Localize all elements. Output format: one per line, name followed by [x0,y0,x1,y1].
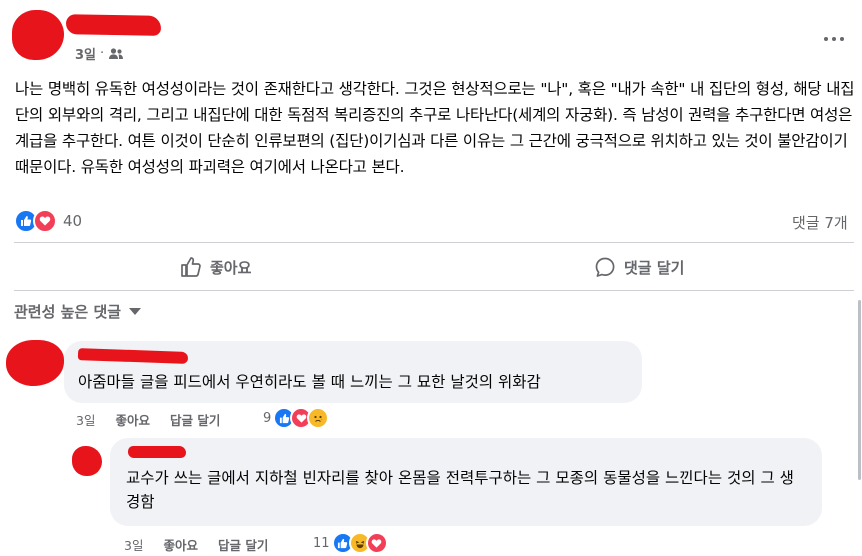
meta-separator: · [100,46,105,61]
comment-reply-button[interactable]: 답글 달기 [170,410,220,429]
comment-reactions[interactable]: 9 [263,407,330,429]
reply-comment-meta: 3일 좋아요 답글 달기 [124,535,268,554]
like-button[interactable]: 좋아요 [180,256,251,278]
comments-sort-dropdown[interactable]: 관련성 높은 댓글 [14,301,142,322]
friends-icon [108,47,124,61]
divider-bottom [14,290,854,291]
author-name-redacted[interactable] [65,14,162,36]
comment-meta: 3일 좋아요 답글 달기 [76,410,220,429]
caret-down-icon [129,308,142,315]
comment-button[interactable]: 댓글 달기 [594,256,684,278]
sad-reaction-icon [307,407,330,429]
comment-button-label: 댓글 달기 [624,258,685,277]
thumbs-up-icon [180,256,202,278]
reply-comment-like-button[interactable]: 좋아요 [163,535,198,554]
reply-comment-reactions[interactable]: 11 [313,532,388,554]
reaction-count[interactable]: 40 [63,212,82,230]
reply-commenter-name-redacted[interactable] [128,446,186,458]
post-body: 나는 명백히 유독한 여성성이라는 것이 존재한다고 생각한다. 그것은 현상적… [15,80,855,176]
comment-bubble: 아줌마들 글을 피드에서 우연히라도 볼 때 느끼는 그 묘한 날것의 위화감 [64,341,642,403]
reply-comment-reaction-count: 11 [313,535,330,551]
commenter-avatar-redacted[interactable] [6,340,64,386]
reply-comment-reply-button[interactable]: 답글 달기 [218,535,268,554]
love-reaction-icon [365,532,388,554]
reply-comment-time[interactable]: 3일 [124,535,143,554]
love-reaction-icon [33,209,57,233]
comment-time[interactable]: 3일 [76,410,95,429]
post-meta: 3일 · [75,44,124,63]
like-button-label: 좋아요 [210,258,252,277]
reaction-summary[interactable]: 40 [14,209,82,233]
post-time[interactable]: 3일 [75,44,96,63]
author-avatar-redacted[interactable] [12,10,64,60]
comment-reaction-count: 9 [263,410,272,426]
comment-bubble-icon [594,256,616,278]
reply-commenter-avatar-redacted[interactable] [72,446,102,476]
comments-sort-label: 관련성 높은 댓글 [14,303,122,321]
commenter-name-redacted[interactable] [77,348,189,364]
comment-like-button[interactable]: 좋아요 [115,410,150,429]
scrollbar[interactable] [858,300,861,480]
reply-comment-bubble: 교수가 쓰는 글에서 지하철 빈자리를 찾아 온몸을 전력투구하는 그 모종의 … [110,438,822,526]
reply-comment-text: 교수가 쓰는 글에서 지하철 빈자리를 찾아 온몸을 전력투구하는 그 모종의 … [126,469,794,511]
divider-top [14,242,854,243]
comment-count[interactable]: 댓글 7개 [792,212,848,233]
more-options-icon[interactable] [824,32,848,46]
comment-text: 아줌마들 글을 피드에서 우연히라도 볼 때 느끼는 그 묘한 날것의 위화감 [78,373,541,391]
